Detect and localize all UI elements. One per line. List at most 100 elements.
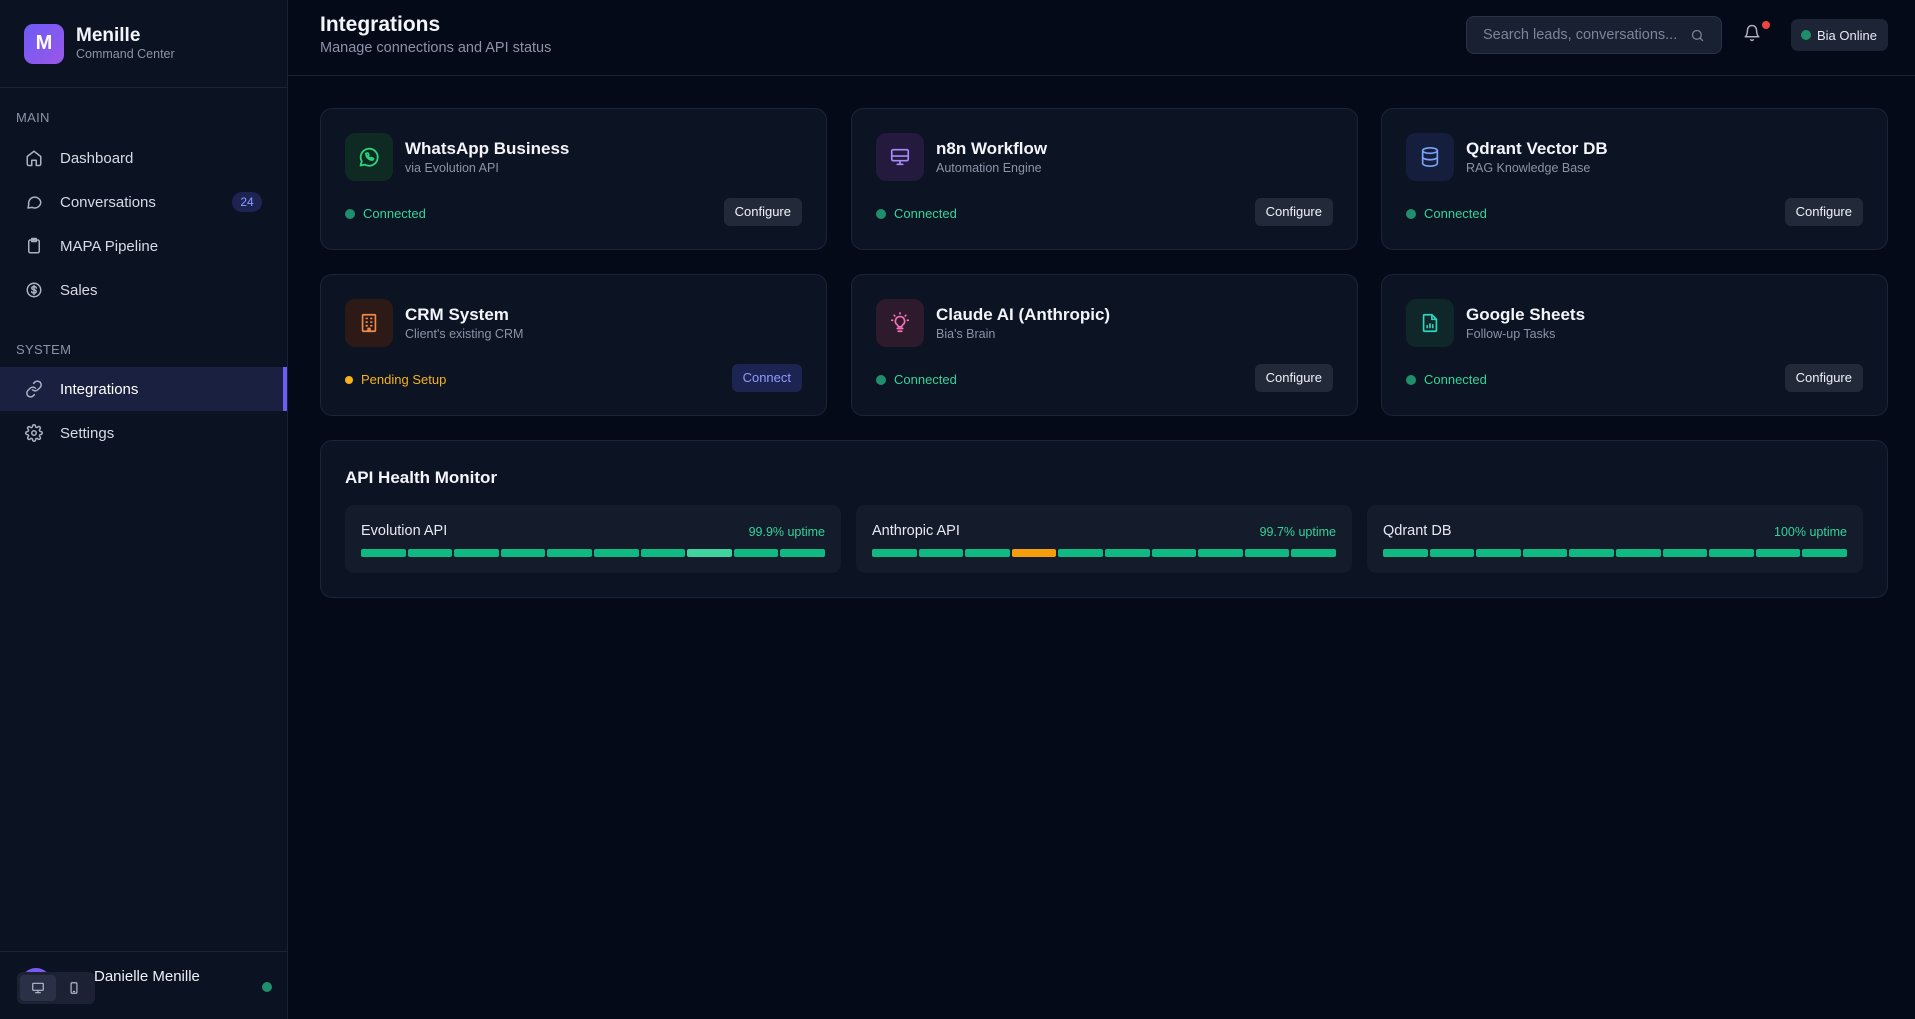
sidebar-item-dashboard[interactable]: Dashboard xyxy=(0,136,287,180)
uptime-segment xyxy=(1151,549,1197,557)
card-title: CRM System xyxy=(405,305,509,324)
configure-button[interactable]: Configure xyxy=(723,198,802,226)
configure-button[interactable]: Configure xyxy=(1254,198,1333,226)
uptime-segment xyxy=(780,549,825,557)
connection-status: Connected xyxy=(876,206,957,221)
health-panel-evolution: Evolution API 99.9% uptime xyxy=(345,505,841,573)
uptime-segment xyxy=(547,549,592,557)
bell-icon[interactable] xyxy=(1743,24,1765,46)
card-subtitle: RAG Knowledge Base xyxy=(1466,161,1591,175)
integration-card-n8n: n8n Workflow Automation Engine Connected… xyxy=(851,108,1358,250)
mobile-view-button[interactable] xyxy=(56,975,92,1001)
user-name: Danielle Menille xyxy=(94,968,200,985)
card-subtitle: Follow-up Tasks xyxy=(1466,327,1556,341)
uptime-segment xyxy=(454,549,499,557)
uptime-segment xyxy=(500,549,546,557)
uptime-segment xyxy=(918,549,964,557)
sidebar-item-label: Settings xyxy=(60,424,115,442)
search-icon xyxy=(1690,28,1705,43)
configure-button[interactable]: Configure xyxy=(1254,364,1333,392)
uptime-segment xyxy=(593,549,639,557)
status-text: Connected xyxy=(894,206,957,221)
card-subtitle: via Evolution API xyxy=(405,161,499,175)
gear-icon xyxy=(24,423,44,443)
uptime-segment xyxy=(1429,549,1475,557)
mobile-icon xyxy=(67,981,81,995)
building-icon xyxy=(345,299,393,347)
uptime-segment xyxy=(361,549,406,557)
connection-status: Connected xyxy=(345,206,426,221)
card-subtitle: Automation Engine xyxy=(936,161,1042,175)
conversations-count-badge: 24 xyxy=(232,192,262,212)
uptime-bars xyxy=(1383,549,1847,557)
sidebar-item-integrations[interactable]: Integrations xyxy=(0,367,287,411)
brand: M Menille Command Center xyxy=(0,0,287,88)
sidebar-item-settings[interactable]: Settings xyxy=(0,411,287,455)
card-subtitle: Bia's Brain xyxy=(936,327,996,341)
uptime-label: 99.9% uptime xyxy=(748,525,825,539)
sidebar-item-label: Sales xyxy=(60,281,98,299)
card-title: Qdrant Vector DB xyxy=(1466,139,1608,158)
status-text: Connected xyxy=(363,206,426,221)
configure-button[interactable]: Configure xyxy=(1784,364,1863,392)
sidebar-item-label: MAPA Pipeline xyxy=(60,237,159,255)
sidebar-item-label: Dashboard xyxy=(60,149,134,167)
search-input[interactable]: Search leads, conversations... xyxy=(1466,16,1722,54)
health-panel-qdrant: Qdrant DB 100% uptime xyxy=(1367,505,1863,573)
status-text: Connected xyxy=(1424,372,1487,387)
status-dot xyxy=(1801,30,1811,40)
uptime-segment xyxy=(1476,549,1521,557)
status-dot xyxy=(345,208,355,219)
card-title: Google Sheets xyxy=(1466,305,1586,324)
nav-section-system: SYSTEM xyxy=(16,342,72,357)
status-badge[interactable]: Bia Online xyxy=(1791,19,1888,51)
uptime-segment xyxy=(1615,549,1661,557)
page-subtitle: Manage connections and API status xyxy=(320,40,552,56)
card-subtitle: Client's existing CRM xyxy=(405,327,524,341)
uptime-bars xyxy=(361,549,825,557)
desktop-icon xyxy=(31,981,45,995)
integration-card-crm: CRM System Client's existing CRM Pending… xyxy=(320,274,827,416)
status-dot xyxy=(1406,374,1416,385)
user-footer[interactable]: Danielle Menille xyxy=(0,951,287,1019)
uptime-segment xyxy=(1662,549,1708,557)
section-title: API Health Monitor xyxy=(345,468,498,487)
page-title: Integrations xyxy=(320,13,441,36)
integration-card-claude: Claude AI (Anthropic) Bia's Brain Connec… xyxy=(851,274,1358,416)
connection-status: Connected xyxy=(1406,372,1487,387)
connection-status: Connected xyxy=(876,372,957,387)
card-title: WhatsApp Business xyxy=(405,139,570,158)
configure-button[interactable]: Configure xyxy=(1784,198,1863,226)
status-dot xyxy=(1406,208,1416,219)
uptime-segment xyxy=(1569,549,1614,557)
status-dot xyxy=(345,375,353,384)
uptime-segment xyxy=(407,549,453,557)
lightbulb-icon xyxy=(876,299,924,347)
search-placeholder: Search leads, conversations... xyxy=(1483,27,1678,43)
uptime-segment xyxy=(1383,549,1428,557)
uptime-bars xyxy=(872,549,1336,557)
uptime-segment xyxy=(640,549,686,557)
card-title: Claude AI (Anthropic) xyxy=(936,305,1111,324)
notification-dot xyxy=(1762,21,1770,29)
sidebar-item-conversations[interactable]: Conversations 24 xyxy=(0,180,287,224)
sidebar: M Menille Command Center MAIN Dashboard … xyxy=(0,0,288,1019)
integration-card-whatsapp: WhatsApp Business via Evolution API Conn… xyxy=(320,108,827,250)
connect-button[interactable]: Connect xyxy=(731,364,802,392)
status-dot xyxy=(876,208,886,219)
uptime-segment xyxy=(1802,549,1847,557)
sidebar-item-sales[interactable]: Sales xyxy=(0,268,287,312)
whatsapp-icon xyxy=(345,133,393,181)
connection-status: Connected xyxy=(1406,206,1487,221)
status-text: Connected xyxy=(1424,206,1487,221)
uptime-segment xyxy=(733,549,779,557)
sidebar-item-mapa-pipeline[interactable]: MAPA Pipeline xyxy=(0,224,287,268)
top-header: Integrations Manage connections and API … xyxy=(288,0,1915,76)
nav-section-main: MAIN xyxy=(16,110,50,125)
health-panel-anthropic: Anthropic API 99.7% uptime xyxy=(856,505,1352,573)
uptime-label: 99.7% uptime xyxy=(1259,525,1336,539)
status-label: Bia Online xyxy=(1817,27,1877,43)
uptime-segment xyxy=(1244,549,1290,557)
dollar-icon xyxy=(24,280,44,300)
desktop-view-button[interactable] xyxy=(20,975,56,1001)
